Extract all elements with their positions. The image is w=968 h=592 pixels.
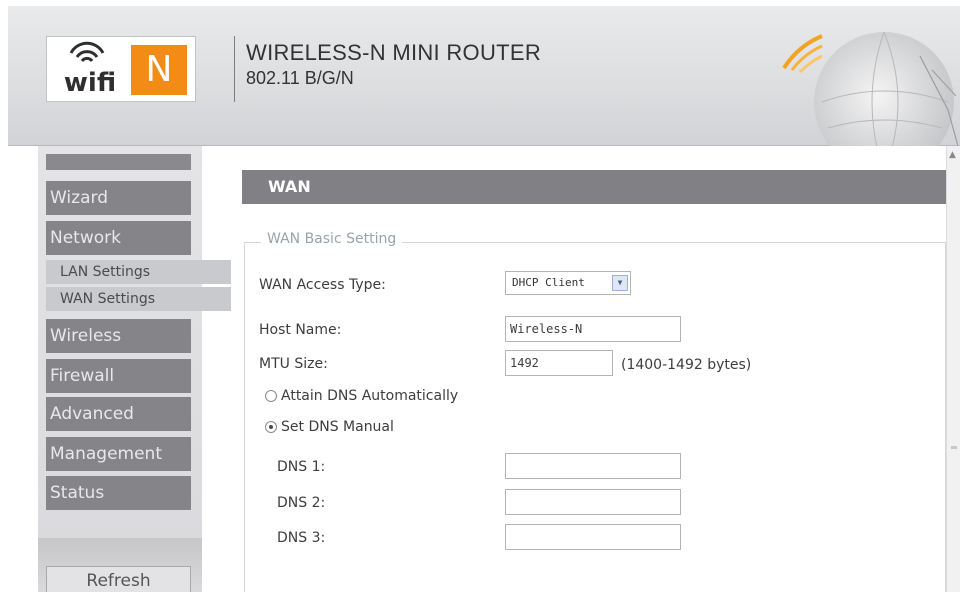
dns-auto-label: Attain DNS Automatically <box>281 388 459 404</box>
dns-manual-radio[interactable] <box>265 421 277 433</box>
product-title: WIRELESS-N MINI ROUTER <box>246 40 542 65</box>
host-name-input[interactable]: Wireless-N <box>505 316 681 342</box>
dns2-label: DNS 2: <box>277 495 326 511</box>
logo: wifi N <box>46 36 196 102</box>
dns-auto-radio[interactable] <box>265 390 277 402</box>
wan-basic-setting-group: WAN Basic Setting WAN Access Type: DHCP … <box>244 231 946 592</box>
sidebar-top-bar <box>46 154 191 170</box>
dns3-input[interactable] <box>505 524 681 550</box>
refresh-button[interactable]: Refresh <box>46 566 191 592</box>
sidebar: Wizard Network LAN Settings WAN Settings… <box>38 146 231 592</box>
sidebar-item-wan-settings[interactable]: WAN Settings <box>46 287 231 311</box>
sidebar-footer: Refresh <box>38 538 202 592</box>
sidebar-item-management[interactable]: Management <box>46 437 191 471</box>
host-name-label: Host Name: <box>259 322 342 338</box>
globe-icon <box>782 31 958 146</box>
sidebar-item-advanced[interactable]: Advanced <box>46 397 191 431</box>
dns1-input[interactable] <box>505 453 681 479</box>
dns-manual-label: Set DNS Manual <box>281 419 394 435</box>
dns3-label: DNS 3: <box>277 530 326 546</box>
header-divider <box>234 36 235 102</box>
dns1-label: DNS 1: <box>277 459 326 475</box>
group-legend: WAN Basic Setting <box>261 231 403 247</box>
wan-access-type-value: DHCP Client <box>512 276 585 289</box>
logo-n-badge: N <box>131 45 187 95</box>
sidebar-item-network[interactable]: Network <box>46 221 191 255</box>
product-subtitle: 802.11 B/G/N <box>246 68 354 88</box>
sidebar-item-wireless[interactable]: Wireless <box>46 319 191 353</box>
sidebar-item-status[interactable]: Status <box>46 476 191 510</box>
mtu-size-input[interactable]: 1492 <box>505 350 613 376</box>
scroll-up-icon[interactable]: ▲ <box>949 150 956 160</box>
mtu-size-label: MTU Size: <box>259 356 328 372</box>
main-content: WAN WAN Basic Setting WAN Access Type: D… <box>232 146 946 592</box>
wan-access-type-label: WAN Access Type: <box>259 277 386 293</box>
sidebar-item-wizard[interactable]: Wizard <box>46 181 191 215</box>
wan-access-type-select[interactable]: DHCP Client ▼ <box>505 271 631 295</box>
chevron-down-icon[interactable]: ▼ <box>612 275 628 291</box>
scrollbar-thumb-mark[interactable] <box>951 446 957 449</box>
sidebar-item-firewall[interactable]: Firewall <box>46 359 191 393</box>
vertical-scrollbar[interactable]: ▲ <box>946 146 960 592</box>
logo-wifi-text: wifi <box>63 68 117 98</box>
header-banner: wifi N WIRELESS-N MINI ROUTER 802.11 B/G… <box>8 6 960 146</box>
mtu-size-hint: (1400-1492 bytes) <box>621 357 752 373</box>
sidebar-item-lan-settings[interactable]: LAN Settings <box>46 260 231 284</box>
section-title: WAN <box>242 170 946 204</box>
dns2-input[interactable] <box>505 489 681 515</box>
